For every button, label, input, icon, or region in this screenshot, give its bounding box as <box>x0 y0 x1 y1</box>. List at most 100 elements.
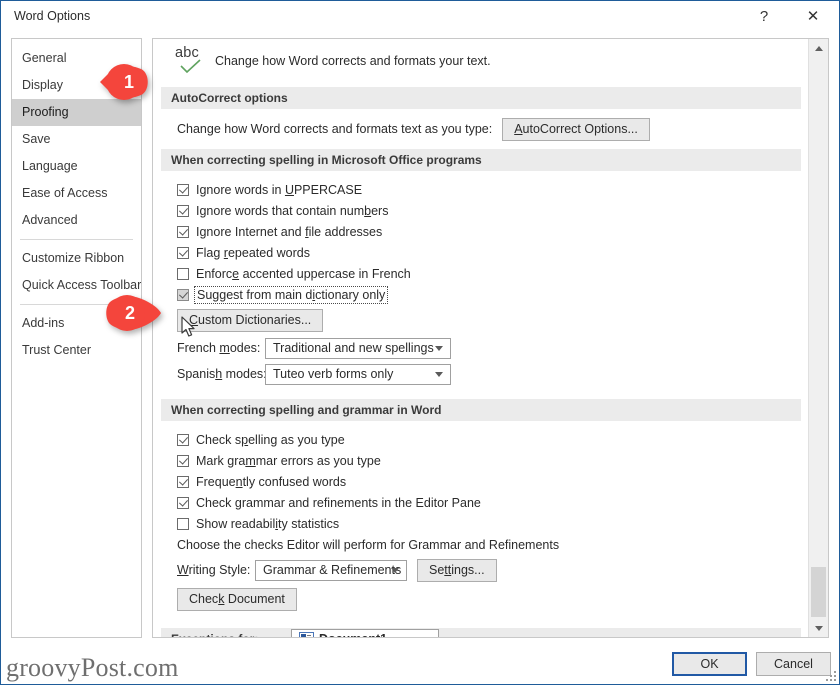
pane-header-title: Change how Word corrects and formats you… <box>215 54 491 68</box>
dialog-title: Word Options <box>14 9 91 23</box>
writing-style-value: Grammar & Refinements <box>263 563 402 577</box>
checkbox-label: Show readability statistics <box>196 516 340 531</box>
checkbox-box[interactable] <box>177 496 189 509</box>
group-header-spelling-grammar-word: When correcting spelling and grammar in … <box>161 399 801 421</box>
grammar-settings-button-label: Settings... <box>429 563 485 577</box>
check-document-button[interactable]: Check Document <box>177 587 297 611</box>
checkbox-ignore-uppercase[interactable]: Ignore words in UPPERCASE <box>153 179 809 200</box>
mouse-cursor-icon <box>181 316 195 337</box>
close-icon[interactable]: ✕ <box>791 1 835 31</box>
check-document-row: Check Document <box>153 584 809 614</box>
abc-spellcheck-icon: abc <box>175 45 209 81</box>
checkbox-label: Enforce accented uppercase in French <box>196 266 411 281</box>
checkbox-label: Ignore words in UPPERCASE <box>196 182 363 197</box>
checkbox-label: Frequently confused words <box>196 474 347 489</box>
checkbox-show-readability-statistics[interactable]: Show readability statistics <box>153 513 809 534</box>
writing-style-dropdown[interactable]: Grammar & Refinements <box>255 559 407 581</box>
custom-dictionaries-row: Custom Dictionaries... <box>153 305 809 335</box>
sidebar-item-language[interactable]: Language <box>12 153 141 180</box>
group-header-exceptions: Exceptions for: Document1 <box>161 628 801 637</box>
chevron-down-icon <box>435 346 443 351</box>
autocorrect-options-button-label: AutoCorrect Options... <box>514 122 638 136</box>
checkbox-enforce-accented-uppercase-french[interactable]: Enforce accented uppercase in French <box>153 263 809 284</box>
group-header-autocorrect-options: AutoCorrect options <box>161 87 801 109</box>
cancel-button[interactable]: Cancel <box>756 652 831 676</box>
checkbox-ignore-words-with-numbers[interactable]: Ignore words that contain numbers <box>153 200 809 221</box>
checkbox-box[interactable] <box>177 517 189 530</box>
custom-dictionaries-button-label: Custom Dictionaries... <box>189 313 312 327</box>
help-glyph: ? <box>759 7 769 25</box>
spanish-modes-value: Tuteo verb forms only <box>273 367 394 381</box>
checkbox-check-grammar-refinements-editor-pane[interactable]: Check grammar and refinements in the Edi… <box>153 492 809 513</box>
scroll-up-glyph <box>814 45 823 51</box>
checkbox-check-spelling-as-you-type[interactable]: Check spelling as you type <box>153 429 809 450</box>
checkbox-mark-grammar-errors-as-you-type[interactable]: Mark grammar errors as you type <box>153 450 809 471</box>
checkbox-suggest-from-main-dictionary-only[interactable]: Suggest from main dictionary only <box>153 284 809 305</box>
chevron-down-icon <box>435 372 443 377</box>
checkbox-ignore-internet-file-addresses[interactable]: Ignore Internet and file addresses <box>153 221 809 242</box>
checkbox-label: Ignore Internet and file addresses <box>196 224 383 239</box>
writing-style-row: Writing Style: Grammar & Refinements Set… <box>153 556 809 584</box>
exceptions-value: Document1 <box>319 628 387 637</box>
screenshot-root: Word Options ? ✕ General Display Proofin… <box>0 0 840 685</box>
sidebar-item-proofing[interactable]: Proofing <box>12 99 141 126</box>
pane-header: abc Change how Word corrects and formats… <box>153 39 809 87</box>
checkbox-box[interactable] <box>177 267 189 280</box>
sidebar-item-trust-center[interactable]: Trust Center <box>12 337 141 364</box>
ok-button[interactable]: OK <box>672 652 747 676</box>
checkbox-label: Mark grammar errors as you type <box>196 453 381 468</box>
sidebar-item-advanced[interactable]: Advanced <box>12 207 141 234</box>
close-glyph: ✕ <box>806 8 820 25</box>
spanish-modes-row: Spanish modes: Tuteo verb forms only <box>153 361 809 387</box>
green-check-icon <box>180 59 201 74</box>
options-category-list[interactable]: General Display Proofing Save Language E… <box>11 38 142 638</box>
exceptions-label: Exceptions for: <box>171 632 258 637</box>
checkbox-flag-repeated-words[interactable]: Flag repeated words <box>153 242 809 263</box>
checkbox-box[interactable] <box>177 475 189 488</box>
scroll-down-arrow-icon[interactable] <box>809 619 828 637</box>
grammar-settings-button[interactable]: Settings... <box>417 558 497 582</box>
checkbox-box[interactable] <box>177 225 189 238</box>
sidebar-item-save[interactable]: Save <box>12 126 141 153</box>
french-modes-dropdown[interactable]: Traditional and new spellings <box>265 337 451 359</box>
exceptions-for-dropdown[interactable]: Document1 <box>291 629 439 637</box>
checkbox-label: Flag repeated words <box>196 245 310 260</box>
scrollbar-thumb[interactable] <box>811 567 826 617</box>
checkbox-box[interactable] <box>177 204 189 217</box>
checkbox-box[interactable] <box>177 246 189 259</box>
checkbox-box[interactable] <box>177 183 189 196</box>
autocorrect-options-button[interactable]: AutoCorrect Options... <box>502 117 650 141</box>
french-modes-label: French modes: <box>177 341 261 355</box>
sidebar-item-customize-ribbon[interactable]: Customize Ribbon <box>12 245 141 272</box>
french-modes-row: French modes: Traditional and new spelli… <box>153 335 809 361</box>
checkbox-label: Check spelling as you type <box>196 432 345 447</box>
groovypost-watermark: groovyPost.com <box>6 653 179 682</box>
checkbox-box[interactable] <box>177 454 189 467</box>
checkbox-frequently-confused-words[interactable]: Frequently confused words <box>153 471 809 492</box>
dialog-body: General Display Proofing Save Language E… <box>1 32 839 645</box>
autocorrect-row: Change how Word corrects and formats tex… <box>153 109 809 149</box>
checkbox-box[interactable] <box>177 288 189 301</box>
help-icon[interactable]: ? <box>742 1 786 31</box>
sidebar-item-ease-of-access[interactable]: Ease of Access <box>12 180 141 207</box>
content-vertical-scrollbar[interactable] <box>808 39 828 637</box>
chevron-down-icon <box>391 568 399 573</box>
check-document-button-label: Check Document <box>189 592 285 606</box>
scroll-up-arrow-icon[interactable] <box>809 39 828 57</box>
checkbox-label: Check grammar and refinements in the Edi… <box>196 495 481 510</box>
callout-marker-1: 1 <box>98 63 158 101</box>
word-options-dialog: Word Options ? ✕ General Display Proofin… <box>0 0 840 685</box>
french-modes-value: Traditional and new spellings <box>273 341 434 355</box>
spanish-modes-label: Spanish modes: <box>177 367 267 381</box>
spanish-modes-dropdown[interactable]: Tuteo verb forms only <box>265 363 451 385</box>
checkbox-box[interactable] <box>177 433 189 446</box>
group-header-spelling-office: When correcting spelling in Microsoft Of… <box>161 149 801 171</box>
checkbox-label: Ignore words that contain numbers <box>196 203 389 218</box>
editor-checks-note: Choose the checks Editor will perform fo… <box>177 538 560 552</box>
resize-grip-icon[interactable] <box>826 671 836 681</box>
callout-marker-2: 2 <box>103 294 163 332</box>
